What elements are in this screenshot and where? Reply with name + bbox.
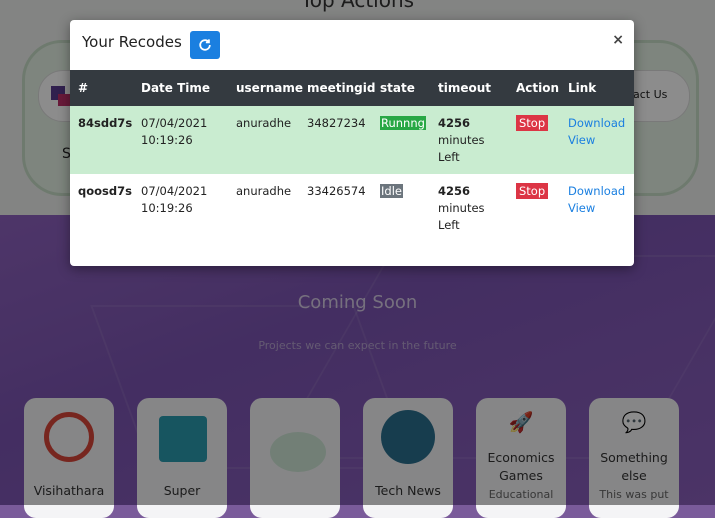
column-header-meetingid: meetingid <box>307 81 376 95</box>
record-username: anuradhe <box>236 116 292 130</box>
download-link[interactable]: Download <box>568 183 625 200</box>
column-header-link: Link <box>568 81 597 95</box>
timeout-unit: minutes <box>438 133 485 147</box>
timeout-value: 4256 <box>438 116 471 130</box>
timeout-value: 4256 <box>438 184 471 198</box>
table-row: 84sdd7s 07/04/2021 10:19:26 anuradhe 348… <box>70 106 634 174</box>
view-link[interactable]: View <box>568 132 625 149</box>
table-row: qoosd7s 07/04/2021 10:19:26 anuradhe 334… <box>70 175 634 245</box>
record-time: 10:19:26 <box>141 201 193 215</box>
record-time: 10:19:26 <box>141 133 193 147</box>
timeout-suffix: Left <box>438 218 460 232</box>
stop-button[interactable]: Stop <box>516 183 549 199</box>
state-badge: Runnng <box>380 116 426 130</box>
record-id: 84sdd7s <box>78 116 133 130</box>
timeout-suffix: Left <box>438 150 460 164</box>
record-meetingid: 34827234 <box>307 116 366 130</box>
record-date: 07/04/2021 <box>141 184 208 198</box>
record-date: 07/04/2021 <box>141 116 208 130</box>
recodes-modal: Your Recodes × # Date Time username meet… <box>70 20 634 266</box>
column-header-datetime: Date Time <box>141 81 211 95</box>
column-header-timeout: timeout <box>438 81 492 95</box>
state-badge: Idle <box>380 184 403 198</box>
record-meetingid: 33426574 <box>307 184 366 198</box>
close-button[interactable]: × <box>612 32 624 48</box>
column-header-action: Action <box>516 81 560 95</box>
download-link[interactable]: Download <box>568 115 625 132</box>
column-header-state: state <box>380 81 415 95</box>
column-header-id: # <box>78 81 89 95</box>
modal-title: Your Recodes <box>82 33 182 51</box>
refresh-icon <box>199 39 211 51</box>
record-id: qoosd7s <box>78 184 132 198</box>
table-header: # Date Time username meetingid state tim… <box>70 70 634 106</box>
refresh-button[interactable] <box>190 31 220 59</box>
column-header-username: username <box>236 81 304 95</box>
record-username: anuradhe <box>236 184 292 198</box>
timeout-unit: minutes <box>438 201 485 215</box>
view-link[interactable]: View <box>568 200 625 217</box>
stop-button[interactable]: Stop <box>516 115 549 131</box>
